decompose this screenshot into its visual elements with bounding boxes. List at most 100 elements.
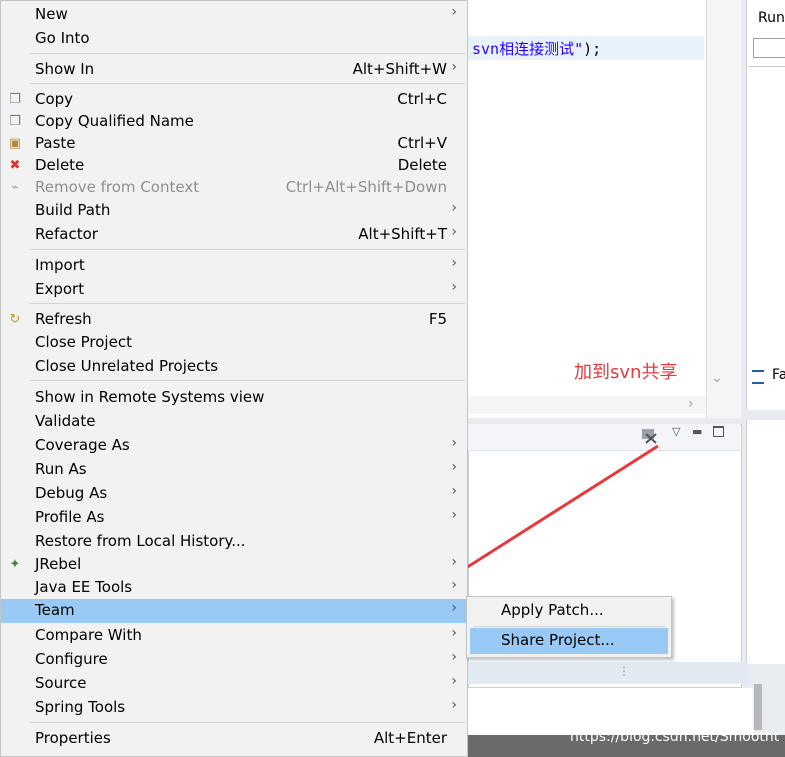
chevron-right-icon: › [451, 697, 457, 713]
menu-item-label: Build Path [35, 201, 111, 219]
menu-item-shortcut: Ctrl+Alt+Shift+Down [285, 178, 447, 196]
submenu-item-share-project[interactable]: Share Project... [470, 628, 668, 654]
menu-item-label: Import [35, 256, 85, 274]
team-submenu: Apply Patch... Share Project... [466, 596, 672, 658]
menu-item-shortcut: Alt+Enter [373, 729, 447, 747]
menu-item-label: Debug As [35, 484, 108, 502]
menu-item-source[interactable]: Source › [1, 672, 467, 696]
menu-item-label: Show in Remote Systems view [35, 388, 265, 406]
menu-item-compare-with[interactable]: Compare With › [1, 624, 467, 648]
menu-item-export[interactable]: Export › [1, 278, 467, 302]
chevron-right-icon: › [451, 625, 457, 641]
menu-item-properties[interactable]: Properties Alt+Enter [1, 727, 467, 751]
menu-separator [29, 249, 465, 250]
menu-item-label: Copy Qualified Name [35, 112, 194, 130]
submenu-item-apply-patch[interactable]: Apply Patch... [467, 598, 671, 624]
menu-item-label: Restore from Local History... [35, 532, 246, 550]
menu-item-paste[interactable]: ▣ Paste Ctrl+V [1, 132, 467, 156]
chevron-right-icon: › [451, 255, 457, 271]
menu-item-label: Go Into [35, 29, 90, 47]
menu-item-shortcut: Alt+Shift+T [358, 225, 447, 243]
paste-icon: ▣ [8, 136, 22, 151]
menu-item-label: Show In [35, 60, 95, 78]
menu-item-close-unrelated-projects[interactable]: Close Unrelated Projects [1, 355, 467, 379]
menu-item-label: Refresh [35, 310, 92, 328]
menu-item-label: Paste [35, 134, 76, 152]
chevron-right-icon: › [451, 577, 457, 593]
menu-item-coverage-as[interactable]: Coverage As › [1, 434, 467, 458]
submenu-item-label: Apply Patch... [501, 601, 604, 619]
menu-item-java-ee-tools[interactable]: Java EE Tools › [1, 576, 467, 600]
chevron-right-icon: › [451, 200, 457, 216]
menu-item-configure[interactable]: Configure › [1, 648, 467, 672]
menu-item-remove-from-context[interactable]: ⌁ Remove from Context Ctrl+Alt+Shift+Down [1, 176, 467, 200]
menu-item-jrebel[interactable]: ✦ JRebel › [1, 553, 467, 577]
menu-item-label: Delete [35, 156, 85, 174]
menu-item-shortcut: F5 [428, 310, 447, 328]
menu-item-refactor[interactable]: Refactor Alt+Shift+T › [1, 223, 467, 247]
menu-item-refresh[interactable]: ↻ Refresh F5 [1, 308, 467, 332]
chevron-right-icon: › [451, 224, 457, 240]
menu-item-build-path[interactable]: Build Path › [1, 199, 467, 223]
menu-separator [29, 53, 465, 54]
menu-item-label: New [35, 5, 68, 23]
menu-separator [29, 83, 465, 84]
chevron-right-icon: › [451, 507, 457, 523]
menu-item-label: Spring Tools [35, 698, 126, 716]
menu-item-profile-as[interactable]: Profile As › [1, 506, 467, 530]
menu-item-go-into[interactable]: Go Into [1, 27, 467, 51]
menu-item-close-project[interactable]: Close Project [1, 331, 467, 355]
menu-item-label: Validate [35, 412, 96, 430]
menu-item-label: Run As [35, 460, 87, 478]
menu-item-label: JRebel [35, 555, 82, 573]
delete-icon: ✖ [9, 158, 21, 173]
menu-item-debug-as[interactable]: Debug As › [1, 482, 467, 506]
menu-item-delete[interactable]: ✖ Delete Delete [1, 154, 467, 178]
copy-icon: ❐ [9, 92, 21, 107]
menu-item-import[interactable]: Import › [1, 254, 467, 278]
menu-separator [473, 626, 665, 627]
menu-item-label: Properties [35, 729, 111, 747]
menu-separator [29, 722, 465, 723]
submenu-item-label: Share Project... [501, 631, 615, 649]
menu-item-shortcut: Alt+Shift+W [352, 60, 447, 78]
menu-separator [29, 303, 465, 304]
menu-item-label: Remove from Context [35, 178, 200, 196]
menu-item-show-in[interactable]: Show In Alt+Shift+W › [1, 58, 467, 82]
chevron-right-icon: › [451, 483, 457, 499]
menu-item-copy-qualified-name[interactable]: ❐ Copy Qualified Name [1, 110, 467, 134]
menu-item-label: Export [35, 280, 85, 298]
chevron-right-icon: › [451, 649, 457, 665]
remove-context-icon: ⌁ [11, 180, 19, 195]
menu-item-label: Source [35, 674, 87, 692]
menu-item-label: Copy [35, 90, 74, 108]
jrebel-icon: ✦ [9, 557, 21, 572]
menu-item-shortcut: Ctrl+C [397, 90, 447, 108]
chevron-right-icon: › [451, 279, 457, 295]
menu-item-label: Coverage As [35, 436, 130, 454]
menu-item-label: Close Unrelated Projects [35, 357, 219, 375]
menu-item-new[interactable]: New › [1, 3, 467, 27]
menu-item-team[interactable]: Team › [1, 599, 467, 623]
menu-item-shortcut: Delete [397, 156, 447, 174]
menu-item-show-in-remote-systems-view[interactable]: Show in Remote Systems view [1, 386, 467, 410]
menu-item-validate[interactable]: Validate [1, 410, 467, 434]
copy-qualified-icon: ❐ [9, 114, 21, 129]
refresh-icon: ↻ [9, 312, 21, 327]
menu-item-label: Java EE Tools [35, 578, 133, 596]
menu-item-restore-from-local-history[interactable]: Restore from Local History... [1, 530, 467, 554]
menu-item-label: Compare With [35, 626, 142, 644]
menu-item-spring-tools[interactable]: Spring Tools › [1, 696, 467, 720]
menu-item-shortcut: Ctrl+V [397, 134, 447, 152]
menu-item-label: Configure [35, 650, 108, 668]
menu-item-label: Refactor [35, 225, 98, 243]
menu-item-label: Close Project [35, 333, 132, 351]
menu-item-label: Team [35, 601, 75, 619]
menu-item-copy[interactable]: ❐ Copy Ctrl+C [1, 88, 467, 112]
chevron-right-icon: › [451, 554, 457, 570]
menu-item-label: Profile As [35, 508, 105, 526]
chevron-right-icon: › [451, 435, 457, 451]
chevron-right-icon: › [451, 459, 457, 475]
context-menu: New › Go Into Show In Alt+Shift+W › ❐ Copy Ctrl+… [0, 0, 468, 757]
menu-item-run-as[interactable]: Run As › [1, 458, 467, 482]
